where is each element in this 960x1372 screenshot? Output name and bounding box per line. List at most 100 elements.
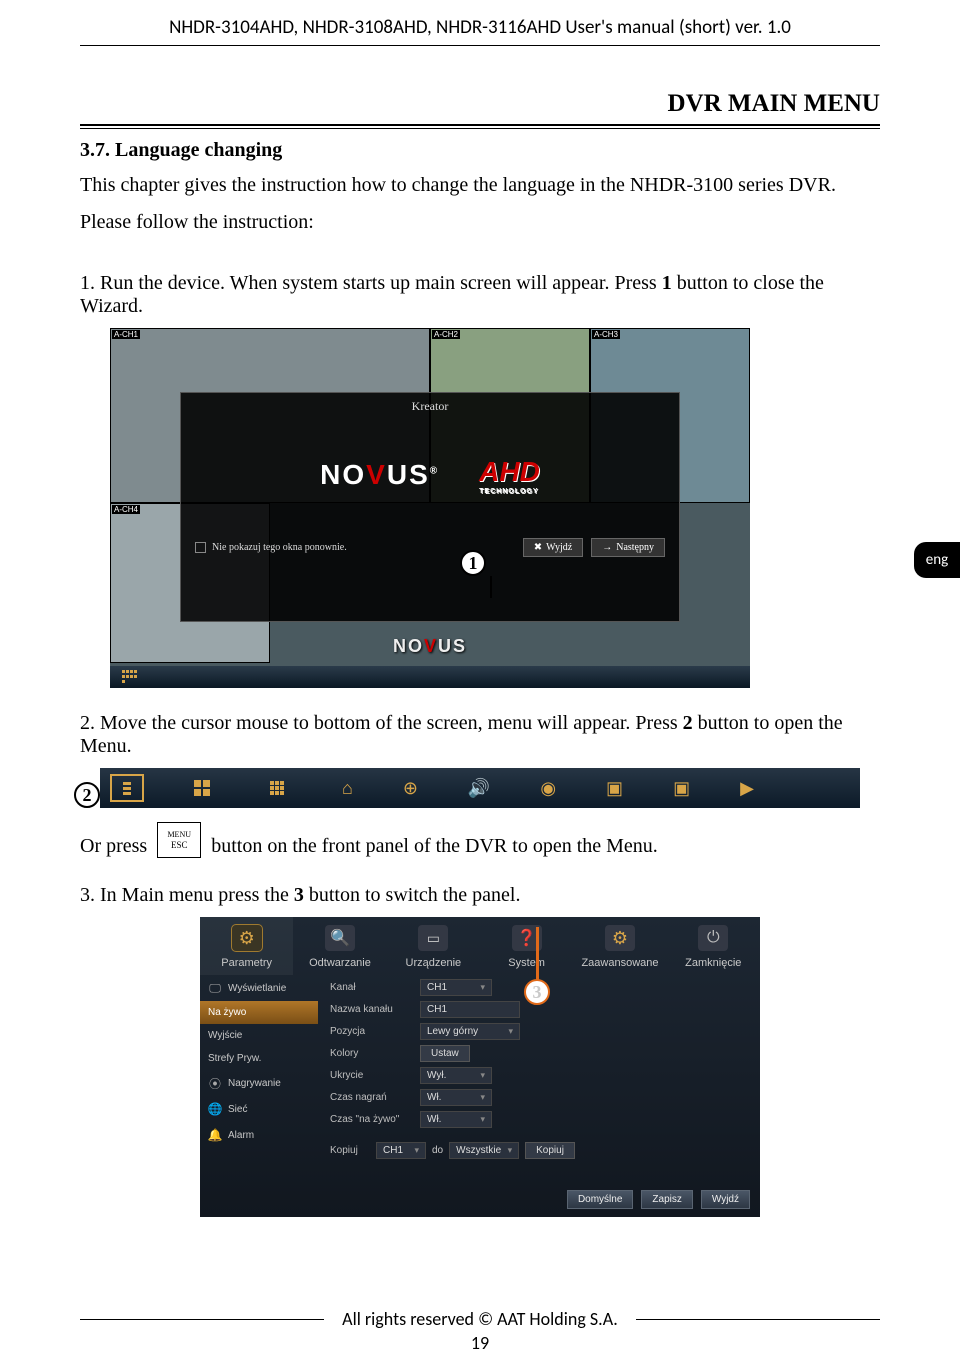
novus-splash-logo: NOVUS (393, 636, 467, 657)
callout-arrow-3 (536, 927, 539, 981)
wizard-checkbox-label: Nie pokazuj tego okna ponownie. (212, 542, 347, 553)
mainmenu-sidebar: 🖵Wyświetlanie Na żywo Wyjście Strefy Pry… (200, 975, 318, 1171)
label-ukrycie: Ukrycie (330, 1070, 414, 1081)
select-copyfrom[interactable]: CH1▾ (376, 1142, 426, 1159)
tab-parametry[interactable]: ⚙Parametry (200, 917, 293, 975)
speaker-icon[interactable]: 🔊 (468, 778, 490, 799)
side-alarm[interactable]: 🔔Alarm (200, 1122, 318, 1148)
doc-header: NHDR-3104AHD, NHDR-3108AHD, NHDR-3116AHD… (80, 0, 880, 45)
grid4-icon[interactable] (190, 778, 216, 798)
figure-2: ⌂ ⊕ 🔊 ◉ ▣ ▣ ▶ (100, 768, 880, 808)
roof-icon[interactable]: ⌂ (342, 778, 353, 799)
page-heading: DVR MAIN MENU (80, 90, 880, 118)
arrow-right-icon: → (602, 542, 612, 553)
power-icon: ⏻ (707, 929, 720, 947)
select-copyto[interactable]: Wszystkie▾ (449, 1142, 519, 1159)
tab-system[interactable]: ❓System (480, 917, 573, 975)
orpress-suffix: button on the front panel of the DVR to … (211, 835, 658, 858)
side-wyjscie[interactable]: Wyjście (200, 1024, 318, 1047)
step-1: 1. Run the device. When system starts up… (80, 272, 880, 318)
x-icon: ✖ (534, 542, 542, 553)
ptz-icon[interactable]: ◉ (540, 778, 556, 799)
side-siec[interactable]: 🌐Sieć (200, 1096, 318, 1122)
dvr-bottom-toolbar (110, 666, 750, 688)
alarm-icon: 🔔 (208, 1128, 222, 1142)
step3-text-a: 3. In Main menu press the (80, 884, 294, 906)
gear-icon: ⚙ (239, 928, 255, 949)
step2-boldnum: 2 (683, 712, 693, 734)
button-domyslne[interactable]: Domyślne (567, 1190, 633, 1209)
select-kanal[interactable]: CH1▾ (420, 979, 492, 996)
intro-para-2: Please follow the instruction: (80, 209, 880, 236)
caret-icon: ▾ (414, 1145, 419, 1156)
play-icon[interactable]: ▶ (740, 778, 754, 799)
caret-icon: ▾ (480, 1092, 485, 1103)
intro-para-1: This chapter gives the instruction how t… (80, 172, 880, 199)
tab-odtwarzanie[interactable]: 🔍Odtwarzanie (293, 917, 386, 975)
mainmenu-tabs: ⚙Parametry 🔍Odtwarzanie ▭Urządzenie ❓Sys… (200, 917, 760, 975)
grid9-icon[interactable] (266, 778, 292, 798)
double-rule (80, 124, 880, 129)
callout-marker-1: 1 (460, 550, 486, 576)
label-pozycja: Pozycja (330, 1026, 414, 1037)
menu-label: MENU (167, 831, 191, 839)
orpress-prefix: Or press (80, 835, 147, 858)
tab-urzadzenie[interactable]: ▭Urządzenie (387, 917, 480, 975)
side-nagrywanie[interactable]: ⦿Nagrywanie (200, 1070, 318, 1096)
select-czaszywo[interactable]: Wł.▾ (420, 1111, 492, 1128)
menu-esc-button[interactable]: MENU ESC (157, 822, 201, 858)
wizard-dialog: Kreator NOVUS® AHD TECHNOLOGY Nie pokazu… (180, 392, 680, 622)
page-number: 19 (80, 1332, 880, 1354)
wizard-next-button[interactable]: →Następny (591, 538, 665, 557)
side-wyswietlanie[interactable]: 🖵Wyświetlanie (200, 975, 318, 1001)
tab-zamkniecie[interactable]: ⏻Zamknięcie (667, 917, 760, 975)
toolbar-grid-icon[interactable] (122, 670, 140, 684)
label-kolory: Kolory (330, 1048, 414, 1059)
step3-text-b: button to switch the panel. (304, 884, 521, 906)
tab-zaawansowane[interactable]: ⚙Zaawansowane (573, 917, 666, 975)
caret-icon: ▾ (508, 1145, 513, 1156)
side-nazywo[interactable]: Na żywo (200, 1001, 318, 1024)
wizard-dontshow-checkbox[interactable]: Nie pokazuj tego okna ponownie. (195, 542, 347, 553)
select-ukrycie[interactable]: Wył.▾ (420, 1067, 492, 1084)
snapshot-icon[interactable]: ▣ (673, 778, 690, 799)
language-side-tab[interactable]: eng (914, 542, 960, 578)
mainmenu-footer: Domyślne Zapisz Wyjdź (567, 1190, 750, 1209)
record2-icon: ⦿ (208, 1076, 222, 1090)
step1-boldnum: 1 (662, 272, 672, 294)
caret-icon: ▾ (480, 1114, 485, 1125)
label-czasnagran: Czas nagrań (330, 1092, 414, 1103)
button-zapisz[interactable]: Zapisz (641, 1190, 692, 1209)
gear2-icon: ⚙ (612, 928, 628, 949)
section-title: 3.7. Language changing (80, 139, 880, 162)
callout-marker-3: 3 (524, 979, 550, 1005)
side-strefy[interactable]: Strefy Pryw. (200, 1047, 318, 1070)
label-kopiuj: Kopiuj (330, 1145, 370, 1156)
button-kopiuj[interactable]: Kopiuj (525, 1142, 575, 1159)
menu-list-icon[interactable] (114, 778, 140, 798)
monitor-icon: 🖵 (208, 981, 222, 995)
button-ustaw[interactable]: Ustaw (420, 1045, 470, 1062)
label-kanal: Kanał (330, 982, 414, 993)
select-czasnagran[interactable]: Wł.▾ (420, 1089, 492, 1106)
header-rule (80, 45, 880, 46)
callout-marker-2: 2 (74, 782, 100, 808)
record-icon[interactable]: ▣ (606, 778, 623, 799)
network-icon: 🌐 (208, 1102, 222, 1116)
cam-label-1: A-CH1 (112, 330, 140, 339)
checkbox-icon (195, 542, 206, 553)
input-nazwa[interactable]: CH1 (420, 1001, 520, 1018)
esc-label: ESC (171, 841, 188, 850)
step-2: 2. Move the cursor mouse to bottom of th… (80, 712, 880, 758)
step1-text-a: 1. Run the device. When system starts up… (80, 272, 662, 294)
wizard-exit-button[interactable]: ✖Wyjdź (523, 538, 583, 557)
cam-label-3: A-CH3 (592, 330, 620, 339)
select-pozycja[interactable]: Lewy górny▾ (420, 1023, 520, 1040)
button-wyjdz[interactable]: Wyjdź (701, 1190, 750, 1209)
target-icon[interactable]: ⊕ (403, 778, 418, 799)
cam-label-2: A-CH2 (432, 330, 460, 339)
search-icon: 🔍 (330, 928, 350, 948)
label-do: do (432, 1145, 443, 1156)
page-footer: All rights reserved © AAT Holding S.A. 1… (80, 1308, 880, 1354)
novus-logo: NOVUS® (320, 459, 439, 491)
